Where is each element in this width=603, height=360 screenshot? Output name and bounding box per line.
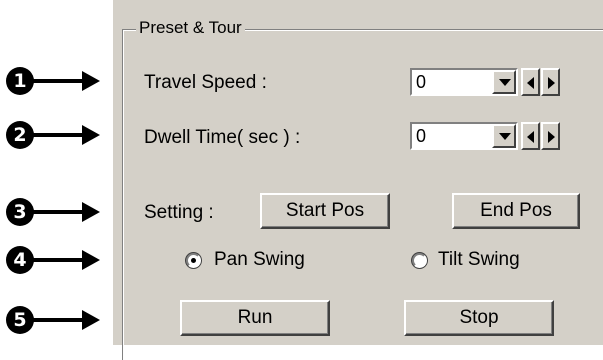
- dropdown-button[interactable]: [492, 124, 516, 148]
- triangle-right-icon: [548, 77, 555, 89]
- callout-number: 1: [6, 67, 34, 95]
- dwell-time-increase-button[interactable]: [541, 122, 560, 150]
- arrow-right-icon: [32, 258, 84, 262]
- travel-speed-increase-button[interactable]: [541, 68, 560, 96]
- arrow-right-icon: [32, 133, 84, 137]
- dwell-time-decrease-button[interactable]: [521, 122, 540, 150]
- callout-number: 2: [6, 121, 34, 149]
- callout-number: 4: [6, 246, 34, 274]
- travel-speed-select[interactable]: 0: [410, 68, 518, 96]
- arrowhead-icon: [82, 71, 100, 91]
- travel-speed-value: 0: [416, 72, 427, 92]
- arrow-right-icon: [32, 318, 84, 322]
- pan-swing-radio[interactable]: [186, 253, 201, 268]
- stop-button[interactable]: Stop: [404, 300, 554, 336]
- arrowhead-icon: [82, 125, 100, 145]
- tilt-swing-label[interactable]: Tilt Swing: [438, 249, 520, 271]
- callout-number: 3: [6, 198, 34, 226]
- pan-swing-label[interactable]: Pan Swing: [214, 249, 305, 271]
- callout-number: 5: [6, 306, 34, 334]
- dropdown-button[interactable]: [492, 70, 516, 94]
- dwell-time-select[interactable]: 0: [410, 122, 518, 150]
- arrow-right-icon: [32, 79, 84, 83]
- end-pos-button[interactable]: End Pos: [452, 193, 580, 229]
- arrowhead-icon: [82, 310, 100, 330]
- setting-label: Setting :: [144, 202, 214, 223]
- tilt-swing-radio[interactable]: [412, 253, 427, 268]
- run-button[interactable]: Run: [180, 300, 330, 336]
- dwell-time-value: 0: [416, 126, 427, 146]
- arrowhead-icon: [82, 202, 100, 222]
- callout-4: 4: [6, 245, 101, 275]
- triangle-down-icon: [499, 79, 511, 86]
- group-title: Preset & Tour: [136, 18, 245, 38]
- triangle-right-icon: [548, 131, 555, 143]
- dwell-time-label: Dwell Time( sec ) :: [144, 127, 301, 148]
- triangle-left-icon: [527, 77, 534, 89]
- callout-2: 2: [6, 120, 101, 150]
- callout-3: 3: [6, 197, 101, 227]
- start-pos-button[interactable]: Start Pos: [260, 193, 390, 229]
- callout-1: 1: [6, 66, 101, 96]
- triangle-left-icon: [527, 131, 534, 143]
- arrow-right-icon: [32, 210, 84, 214]
- arrowhead-icon: [82, 250, 100, 270]
- callout-5: 5: [6, 305, 101, 335]
- travel-speed-decrease-button[interactable]: [521, 68, 540, 96]
- triangle-down-icon: [499, 133, 511, 140]
- radio-selected-dot: [191, 258, 196, 263]
- travel-speed-label: Travel Speed :: [144, 72, 267, 93]
